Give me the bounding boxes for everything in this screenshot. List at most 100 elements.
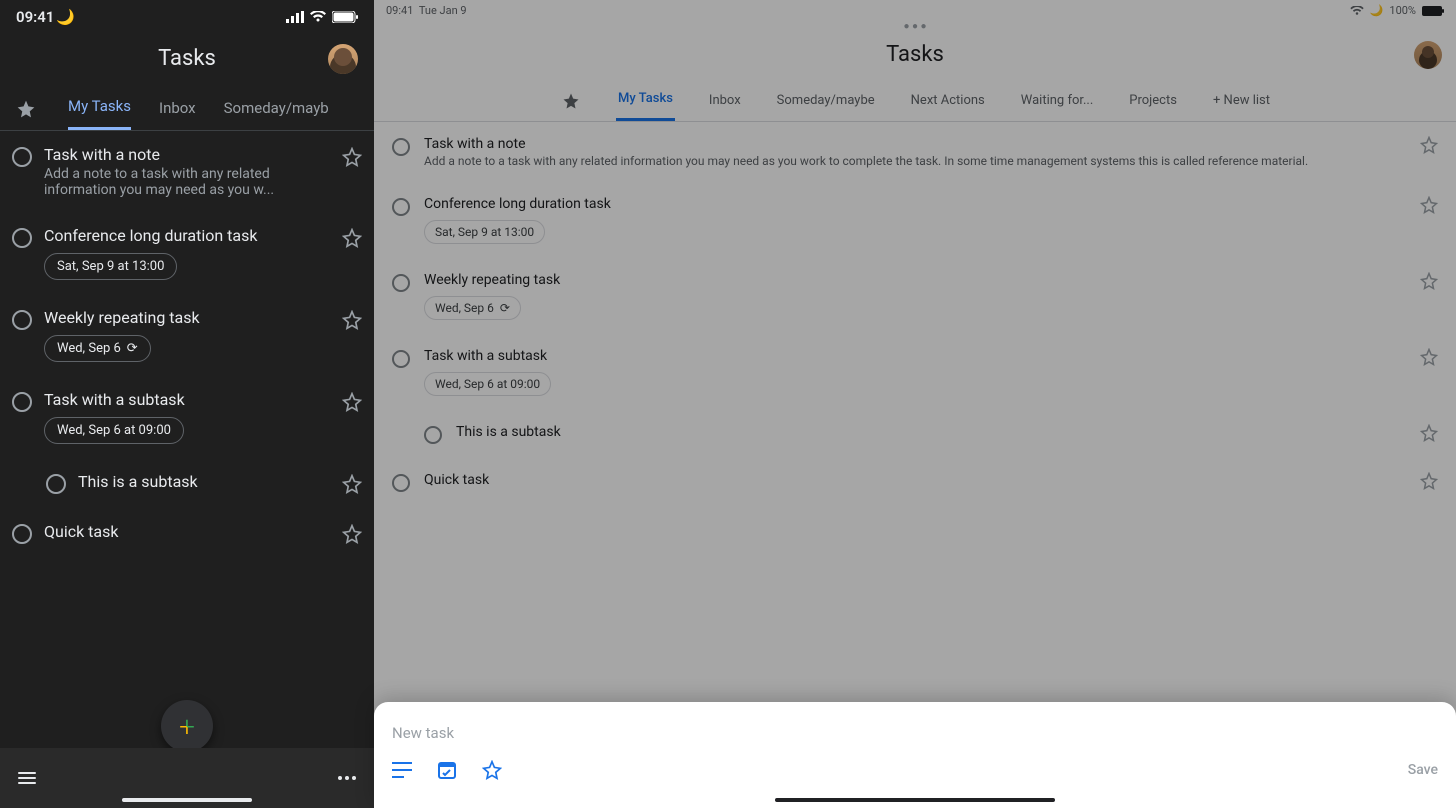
signal-icon — [286, 11, 304, 23]
avatar[interactable] — [1414, 41, 1442, 69]
complete-toggle[interactable] — [12, 392, 32, 412]
star-filter-icon[interactable] — [12, 91, 40, 127]
task-title: This is a subtask — [78, 472, 330, 491]
task-title: Weekly repeating task — [424, 272, 1406, 288]
phone-tabs: My Tasks Inbox Someday/mayb — [0, 79, 374, 131]
tab-new-list[interactable]: + New list — [1211, 83, 1272, 120]
menu-icon[interactable] — [18, 772, 36, 784]
tablet-date: Tue Jan 9 — [419, 4, 467, 17]
date-chip[interactable]: Wed, Sep 6 at 09:00 — [424, 372, 551, 396]
task-body: Weekly repeating task Wed, Sep 6⟳ — [424, 272, 1406, 320]
complete-toggle[interactable] — [12, 524, 32, 544]
complete-toggle[interactable] — [12, 228, 32, 248]
date-chip[interactable]: Sat, Sep 9 at 13:00 — [424, 220, 545, 244]
complete-toggle[interactable] — [12, 147, 32, 167]
tab-waiting-for[interactable]: Waiting for... — [1019, 83, 1096, 120]
add-task-fab[interactable]: + — [161, 700, 213, 752]
phone-task-list: Task with a noteAdd a note to a task wit… — [0, 131, 374, 757]
task-title: Task with a subtask — [44, 390, 330, 409]
star-toggle[interactable] — [342, 524, 362, 544]
task-row[interactable]: Quick task — [0, 508, 374, 558]
task-row[interactable]: This is a subtask — [374, 410, 1456, 458]
complete-toggle[interactable] — [392, 198, 410, 216]
complete-toggle[interactable] — [392, 474, 410, 492]
tablet-panel: 09:41 Tue Jan 9 🌙 100% ● ● ● Tasks My Ta… — [374, 0, 1456, 808]
tab-inbox[interactable]: Inbox — [159, 89, 196, 129]
task-title: This is a subtask — [456, 424, 1406, 440]
tab-inbox[interactable]: Inbox — [707, 83, 743, 120]
star-filter-icon[interactable] — [558, 84, 584, 118]
star-icon[interactable] — [482, 760, 502, 780]
battery-text: 100% — [1389, 4, 1416, 17]
task-row[interactable]: Conference long duration task Sat, Sep 9 … — [0, 212, 374, 294]
details-icon[interactable] — [392, 762, 412, 778]
task-row[interactable]: Weekly repeating task Wed, Sep 6⟳ — [0, 294, 374, 376]
repeat-icon: ⟳ — [500, 301, 510, 315]
star-toggle[interactable] — [1420, 348, 1438, 366]
star-toggle[interactable] — [1420, 424, 1438, 442]
phone-status-bar: 09:41 🌙 — [0, 0, 374, 30]
calendar-icon[interactable] — [438, 761, 456, 779]
task-body: Quick task — [44, 522, 330, 541]
task-body: This is a subtask — [456, 424, 1406, 440]
task-title: Quick task — [44, 522, 330, 541]
tab-someday[interactable]: Someday/mayb — [224, 89, 329, 129]
task-row[interactable]: Conference long duration task Sat, Sep 9 … — [374, 182, 1456, 258]
phone-panel: 09:41 🌙 Tasks My Tasks Inbox Someday/may… — [0, 0, 374, 808]
avatar[interactable] — [328, 44, 358, 74]
phone-time: 09:41 — [16, 8, 54, 26]
more-icon[interactable] — [338, 776, 356, 780]
date-chip[interactable]: Sat, Sep 9 at 13:00 — [44, 253, 177, 280]
task-row[interactable]: Quick task — [374, 458, 1456, 506]
complete-toggle[interactable] — [392, 274, 410, 292]
new-task-input[interactable]: New task — [392, 720, 1438, 760]
task-row[interactable]: This is a subtask — [0, 458, 374, 508]
complete-toggle[interactable] — [392, 138, 410, 156]
repeat-icon: ⟳ — [127, 341, 138, 356]
task-title: Conference long duration task — [424, 196, 1406, 212]
battery-icon — [332, 11, 358, 23]
star-toggle[interactable] — [1420, 272, 1438, 290]
task-row[interactable]: Task with a subtaskWed, Sep 6 at 09:00 — [374, 334, 1456, 410]
star-toggle[interactable] — [342, 474, 362, 494]
task-title: Quick task — [424, 472, 1406, 488]
task-row[interactable]: Weekly repeating task Wed, Sep 6⟳ — [374, 258, 1456, 334]
star-toggle[interactable] — [342, 228, 362, 248]
task-note: Add a note to a task with any related in… — [424, 154, 1406, 168]
wifi-icon — [1350, 6, 1364, 16]
tablet-title: Tasks — [886, 42, 944, 67]
task-title: Task with a note — [424, 136, 1406, 152]
tablet-status-bar: 09:41 Tue Jan 9 🌙 100% — [374, 0, 1456, 21]
star-toggle[interactable] — [1420, 472, 1438, 490]
complete-toggle[interactable] — [12, 310, 32, 330]
star-toggle[interactable] — [342, 392, 362, 412]
tab-my-tasks[interactable]: My Tasks — [616, 81, 675, 121]
task-body: Conference long duration task Sat, Sep 9 … — [424, 196, 1406, 244]
moon-icon: 🌙 — [56, 8, 75, 26]
complete-toggle[interactable] — [424, 426, 442, 444]
task-row[interactable]: Task with a subtask Wed, Sep 6 at 09:00 — [0, 376, 374, 458]
date-chip[interactable]: Wed, Sep 6⟳ — [44, 335, 151, 362]
phone-title: Tasks — [158, 46, 216, 71]
task-body: Weekly repeating task Wed, Sep 6⟳ — [44, 308, 330, 362]
home-indicator — [775, 798, 1055, 802]
complete-toggle[interactable] — [46, 474, 66, 494]
task-title: Conference long duration task — [44, 226, 330, 245]
tab-projects[interactable]: Projects — [1127, 83, 1179, 120]
tab-next-actions[interactable]: Next Actions — [909, 83, 987, 120]
task-row[interactable]: Task with a noteAdd a note to a task wit… — [0, 131, 374, 212]
star-toggle[interactable] — [342, 147, 362, 167]
tab-my-tasks[interactable]: My Tasks — [68, 87, 131, 130]
date-chip[interactable]: Wed, Sep 6⟳ — [424, 296, 521, 320]
tab-someday[interactable]: Someday/maybe — [775, 83, 877, 120]
star-toggle[interactable] — [1420, 136, 1438, 154]
star-toggle[interactable] — [342, 310, 362, 330]
save-button[interactable]: Save — [1408, 762, 1438, 778]
task-title: Weekly repeating task — [44, 308, 330, 327]
star-toggle[interactable] — [1420, 196, 1438, 214]
complete-toggle[interactable] — [392, 350, 410, 368]
task-body: Conference long duration task Sat, Sep 9 … — [44, 226, 330, 280]
task-row[interactable]: Task with a note Add a note to a task wit… — [374, 122, 1456, 182]
date-chip[interactable]: Wed, Sep 6 at 09:00 — [44, 417, 184, 444]
task-body: Task with a subtask Wed, Sep 6 at 09:00 — [44, 390, 330, 444]
